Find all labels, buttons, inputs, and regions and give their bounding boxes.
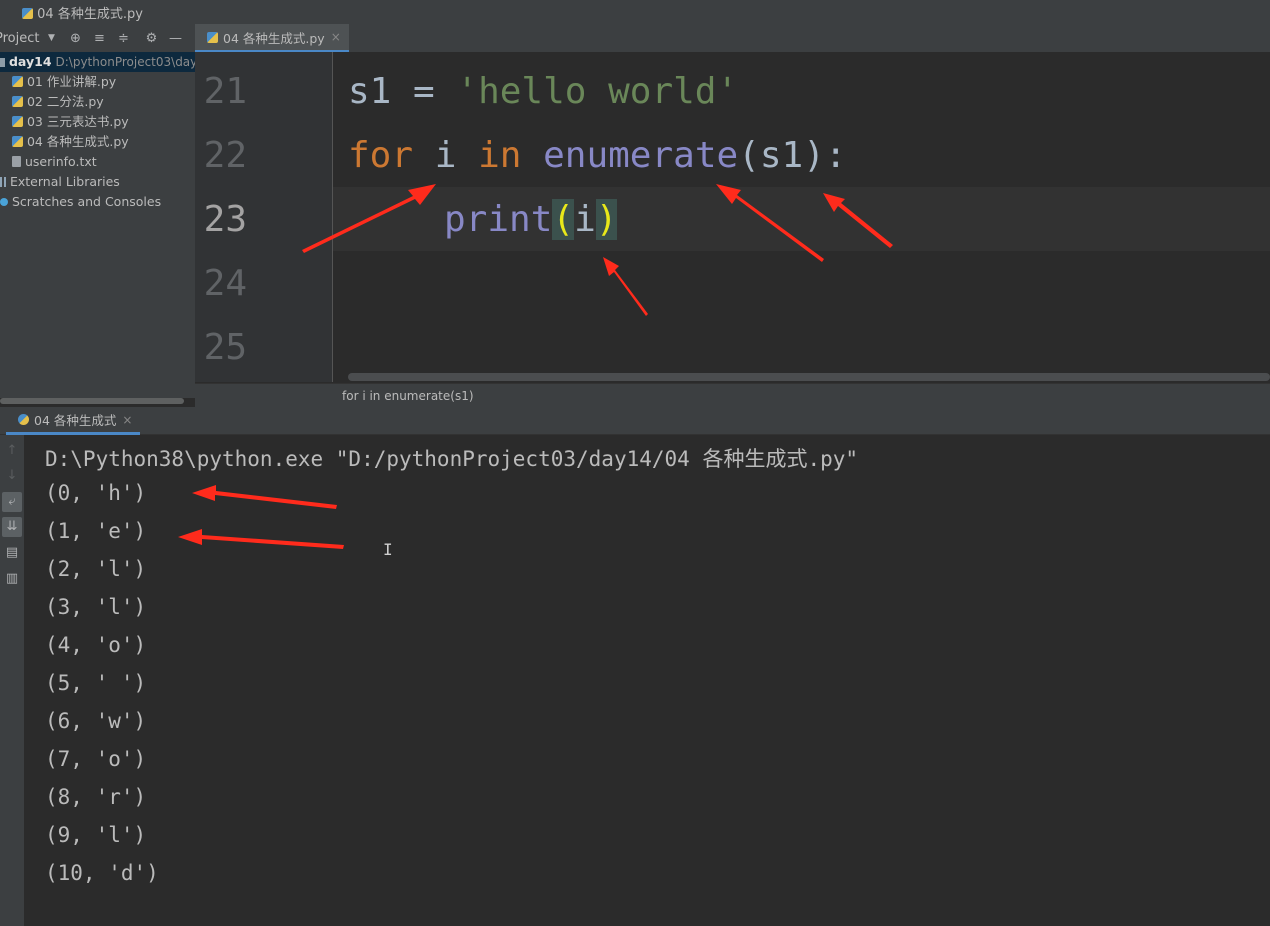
code-paren: ( xyxy=(738,135,760,176)
code-var: i xyxy=(574,199,596,240)
project-view-selector[interactable]: Project xyxy=(0,31,39,46)
console-output-line: (10, 'd') xyxy=(45,861,159,885)
close-icon[interactable]: × xyxy=(331,30,341,44)
console-output-line: (3, 'l') xyxy=(45,595,147,619)
breadcrumb-file[interactable]: 04 各种生成式.py xyxy=(22,3,143,22)
editor-tab-active[interactable]: 04 各种生成式.py × xyxy=(195,24,349,53)
trash-icon[interactable]: ▥ xyxy=(2,569,22,589)
code-line-21[interactable]: s1 = 'hello world' xyxy=(348,71,738,112)
tree-file-label: 03 三元表达书.py xyxy=(26,114,129,129)
code-string: 'hello world' xyxy=(456,71,739,112)
console-output-line: (1, 'e') xyxy=(45,519,147,543)
folder-icon xyxy=(0,58,5,67)
code-builtin: enumerate xyxy=(521,135,739,176)
python-run-icon xyxy=(18,414,29,425)
run-tab-label: 04 各种生成式 xyxy=(34,413,117,428)
console-output-line: (9, 'l') xyxy=(45,823,147,847)
python-file-icon xyxy=(207,31,218,43)
editor-breadcrumb-label[interactable]: for i in enumerate(s1) xyxy=(342,389,474,403)
editor-tab-bar: 04 各种生成式.py × xyxy=(195,24,1270,53)
console-command-line: D:\Python38\python.exe "D:/pythonProject… xyxy=(45,447,859,471)
line-number-current: 23 xyxy=(203,199,247,240)
code-var: s1 xyxy=(348,71,392,112)
close-icon[interactable]: × xyxy=(122,413,132,427)
run-tab-bar: 04 各种生成式 × xyxy=(0,407,1270,435)
code-var: i xyxy=(413,135,479,176)
print-icon[interactable]: ▤ xyxy=(2,543,22,563)
arrow-up-icon[interactable]: ↑ xyxy=(2,441,22,461)
console-output-line: (5, ' ') xyxy=(45,671,147,695)
code-paren-matched: ) xyxy=(595,199,618,240)
library-icon xyxy=(0,177,6,187)
tree-scrollbar[interactable] xyxy=(0,398,184,404)
python-file-icon xyxy=(22,7,33,19)
code-var: s1 xyxy=(759,135,804,176)
code-keyword-in: in xyxy=(478,135,522,176)
code-line-23[interactable]: print(i) xyxy=(444,199,618,240)
editor-breadcrumb: for i in enumerate(s1) xyxy=(195,383,1270,408)
console-output-line: (8, 'r') xyxy=(45,785,147,809)
run-tab[interactable]: 04 各种生成式 × xyxy=(6,407,141,435)
project-panel-header: Project ▼ ⊕ ≡ ≑ ⚙ — xyxy=(0,24,195,53)
console-output-line: (4, 'o') xyxy=(45,633,147,657)
arrow-down-icon[interactable]: ↓ xyxy=(2,466,22,486)
tree-root-folder[interactable]: day14 D:\pythonProject03\day1 xyxy=(0,52,205,72)
expand-all-icon[interactable]: ≡ xyxy=(91,30,107,46)
collapse-all-icon[interactable]: ≑ xyxy=(115,30,131,46)
line-number: 22 xyxy=(203,135,247,176)
editor-tab-label: 04 各种生成式.py xyxy=(223,30,325,46)
code-builtin: print xyxy=(444,199,553,240)
line-number: 25 xyxy=(203,327,247,368)
code-operator: = xyxy=(391,71,457,112)
breadcrumb-file-label: 04 各种生成式.py xyxy=(37,6,143,22)
console-output-line: (7, 'o') xyxy=(45,747,147,771)
console-output-line: (0, 'h') xyxy=(45,481,147,505)
locate-file-icon[interactable]: ⊕ xyxy=(67,30,83,46)
editor-horizontal-scrollbar[interactable] xyxy=(348,373,1270,381)
code-line-22[interactable]: for i in enumerate(s1): xyxy=(348,135,847,176)
tree-file-item[interactable]: 03 三元表达书.py xyxy=(12,112,129,132)
text-cursor-icon: I xyxy=(383,540,393,559)
line-number: 21 xyxy=(203,71,247,112)
console-output-line: (2, 'l') xyxy=(45,557,147,581)
line-number: 24 xyxy=(203,263,247,304)
navigation-bar: 04 各种生成式.py xyxy=(0,0,1270,25)
gear-icon[interactable]: ⚙ xyxy=(143,30,159,46)
code-paren: ): xyxy=(803,135,847,176)
tree-external-libraries-label: External Libraries xyxy=(9,174,120,189)
console-output-line: (6, 'w') xyxy=(45,709,147,733)
tree-root-path: D:\pythonProject03\day1 xyxy=(55,55,205,69)
python-file-icon xyxy=(12,116,23,127)
soft-wrap-icon[interactable]: ⤶ xyxy=(2,492,22,512)
chevron-down-icon[interactable]: ▼ xyxy=(43,30,59,46)
run-toolbar: ↑ ↓ ⤶ ⇊ ▤ ▥ xyxy=(0,435,24,926)
console-output[interactable] xyxy=(25,435,1270,926)
scroll-to-end-icon[interactable]: ⇊ xyxy=(2,517,22,537)
code-paren-matched: ( xyxy=(552,199,575,240)
tree-root-name: day14 xyxy=(8,54,52,69)
minimize-icon[interactable]: — xyxy=(167,30,183,46)
code-keyword-for: for xyxy=(348,135,414,176)
